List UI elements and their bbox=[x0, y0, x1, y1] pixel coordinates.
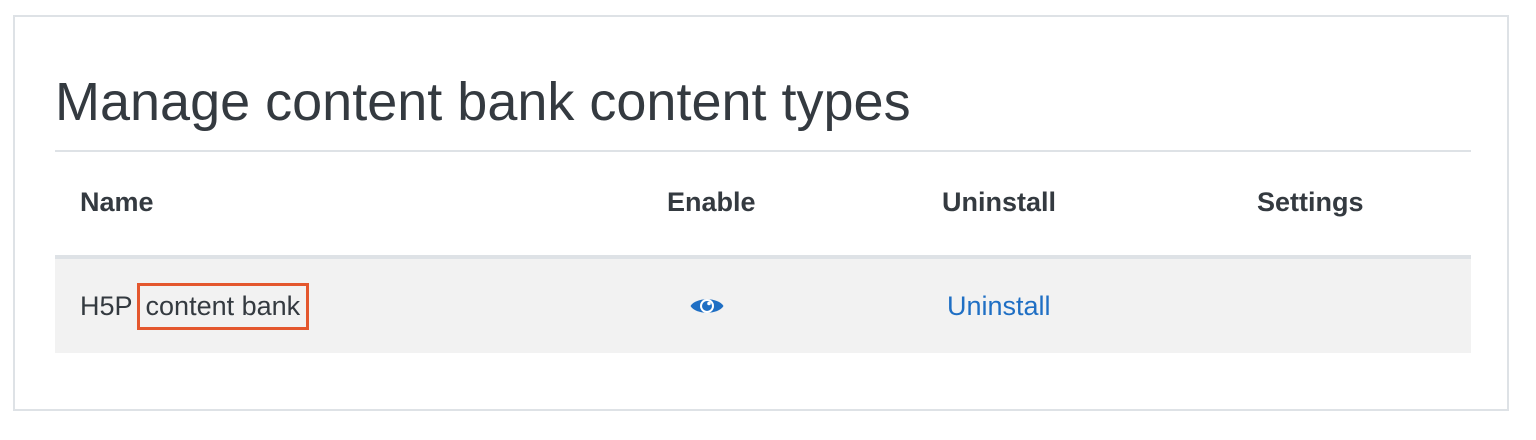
column-header-name: Name bbox=[80, 187, 154, 217]
uninstall-cell: Uninstall bbox=[947, 259, 1051, 353]
content-type-name: H5P content bank bbox=[80, 259, 310, 353]
column-header-uninstall: Uninstall bbox=[942, 187, 1057, 217]
content-types-card: Manage content bank content types Name E… bbox=[13, 15, 1509, 411]
column-header-enable: Enable bbox=[667, 187, 756, 217]
uninstall-link[interactable]: Uninstall bbox=[947, 291, 1051, 322]
table-row: H5P content bank Uninstall bbox=[55, 259, 1471, 353]
eye-icon[interactable] bbox=[687, 290, 727, 322]
enable-cell bbox=[687, 259, 727, 353]
content-types-table: Name Enable Uninstall Settings H5P conte… bbox=[55, 152, 1471, 353]
content-type-name-highlight: content bank bbox=[136, 282, 310, 330]
content-type-name-prefix: H5P bbox=[80, 290, 133, 321]
page-title: Manage content bank content types bbox=[55, 72, 911, 132]
column-header-settings: Settings bbox=[1257, 187, 1364, 217]
table-header-row: Name Enable Uninstall Settings bbox=[55, 152, 1471, 259]
